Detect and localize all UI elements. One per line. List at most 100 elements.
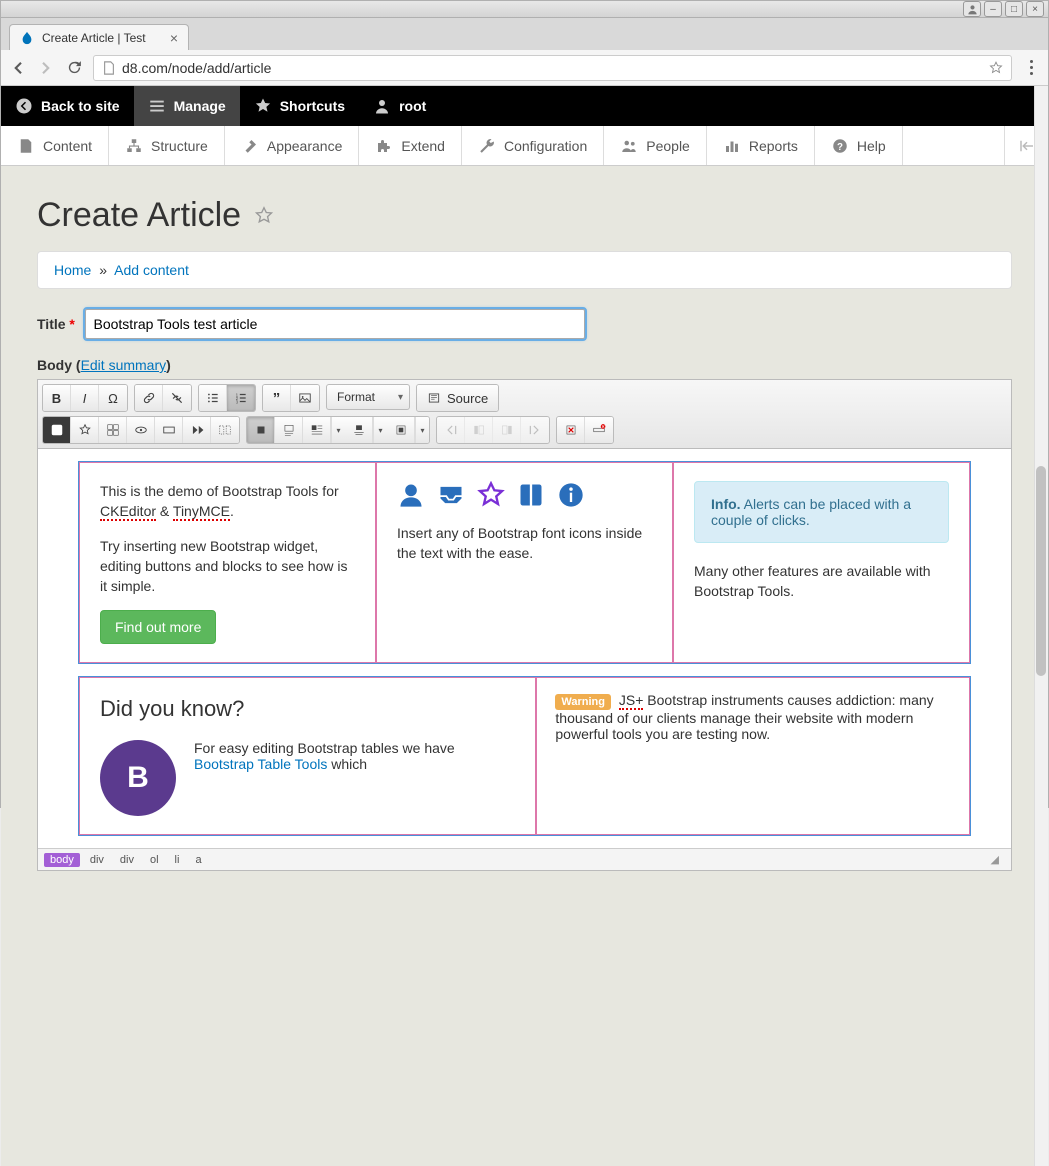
address-bar[interactable]: d8.com/node/add/article bbox=[93, 55, 1012, 81]
scrollbar-track[interactable] bbox=[1034, 86, 1048, 1166]
bs-img-caption-button[interactable] bbox=[275, 417, 303, 443]
bs-skip-button[interactable] bbox=[183, 417, 211, 443]
menu-content[interactable]: Content bbox=[1, 126, 109, 165]
unlink-button[interactable] bbox=[163, 385, 191, 411]
resize-handle-icon[interactable]: ◢ bbox=[985, 852, 1005, 867]
breadcrumb-home[interactable]: Home bbox=[54, 262, 91, 278]
bs-col-left-button[interactable] bbox=[465, 417, 493, 443]
document-icon bbox=[17, 137, 35, 155]
link-button[interactable] bbox=[135, 385, 163, 411]
close-tab-icon[interactable]: × bbox=[170, 30, 178, 46]
user-icon bbox=[373, 97, 391, 115]
window-minimize[interactable]: ‒ bbox=[984, 1, 1002, 17]
path-ol[interactable]: ol bbox=[144, 853, 165, 867]
reports-icon bbox=[723, 137, 741, 155]
browser-tab[interactable]: Create Article | Test × bbox=[9, 24, 189, 50]
content-row-1: This is the demo of Bootstrap Tools for … bbox=[79, 462, 970, 663]
user-menu[interactable]: root bbox=[359, 86, 440, 126]
puzzle-icon bbox=[375, 137, 393, 155]
svg-text:3: 3 bbox=[236, 399, 239, 404]
tab-strip: Create Article | Test × bbox=[1, 18, 1048, 50]
path-div1[interactable]: div bbox=[84, 853, 110, 867]
window-close[interactable]: × bbox=[1026, 1, 1044, 17]
edit-summary-link[interactable]: Edit summary bbox=[81, 357, 167, 373]
favorite-star-icon[interactable] bbox=[253, 205, 275, 227]
path-body[interactable]: body bbox=[44, 853, 80, 867]
bs-delete-col-button[interactable] bbox=[557, 417, 585, 443]
bullet-list-button[interactable] bbox=[199, 385, 227, 411]
inbox-icon bbox=[437, 481, 465, 509]
bs-float-left-button[interactable] bbox=[303, 417, 331, 443]
path-li[interactable]: li bbox=[169, 853, 186, 867]
align-dropdown[interactable]: ▾ bbox=[373, 417, 387, 443]
bs-move-right-button[interactable] bbox=[521, 417, 549, 443]
admin-sub-menu: Content Structure Appearance Extend Conf… bbox=[1, 126, 1048, 166]
path-a[interactable]: a bbox=[189, 853, 207, 867]
title-input[interactable] bbox=[85, 309, 585, 339]
bs-style-button[interactable] bbox=[387, 417, 415, 443]
dyk-heading: Did you know? bbox=[100, 696, 515, 722]
find-out-more-button[interactable]: Find out more bbox=[100, 610, 216, 644]
numbered-list-button[interactable]: 123 bbox=[227, 385, 255, 411]
hierarchy-icon bbox=[125, 137, 143, 155]
manage-menu[interactable]: Manage bbox=[134, 86, 240, 126]
bs-img-inline-button[interactable] bbox=[247, 417, 275, 443]
path-div2[interactable]: div bbox=[114, 853, 140, 867]
bs-delete-row-button[interactable] bbox=[585, 417, 613, 443]
user-solid-icon bbox=[397, 481, 425, 509]
bookmark-star-icon[interactable] bbox=[989, 61, 1003, 75]
svg-text:?: ? bbox=[837, 141, 843, 152]
bs-insert-button[interactable] bbox=[43, 417, 71, 443]
chrome-menu-icon[interactable] bbox=[1022, 60, 1040, 75]
bs-container-button[interactable] bbox=[155, 417, 183, 443]
browser-toolbar: d8.com/node/add/article bbox=[1, 50, 1048, 86]
window-maximize[interactable]: □ bbox=[1005, 1, 1023, 17]
menu-reports[interactable]: Reports bbox=[707, 126, 815, 165]
nav-forward-icon bbox=[37, 59, 55, 77]
menu-configuration[interactable]: Configuration bbox=[462, 126, 604, 165]
bs-split-button[interactable] bbox=[211, 417, 239, 443]
bs-show-button[interactable] bbox=[127, 417, 155, 443]
book-icon bbox=[517, 481, 545, 509]
shortcuts-label: Shortcuts bbox=[280, 98, 345, 114]
bs-align-button[interactable] bbox=[345, 417, 373, 443]
bs-table-tools-link[interactable]: Bootstrap Table Tools bbox=[194, 756, 327, 772]
bs-col-right-button[interactable] bbox=[493, 417, 521, 443]
content-row-2: Did you know? B For easy editing Bootstr… bbox=[79, 677, 970, 835]
breadcrumb-add-content[interactable]: Add content bbox=[114, 262, 189, 278]
people-icon bbox=[620, 137, 638, 155]
title-label: Title * bbox=[37, 316, 75, 332]
breadcrumb: Home » Add content bbox=[37, 251, 1012, 289]
blockquote-button[interactable]: ” bbox=[263, 385, 291, 411]
col-1: This is the demo of Bootstrap Tools for … bbox=[79, 462, 376, 663]
bs-grid-button[interactable] bbox=[99, 417, 127, 443]
menu-appearance[interactable]: Appearance bbox=[225, 126, 360, 165]
nav-back-icon[interactable] bbox=[9, 59, 27, 77]
format-dropdown[interactable]: Format bbox=[326, 384, 410, 410]
collapse-icon bbox=[1018, 137, 1036, 155]
manage-label: Manage bbox=[174, 98, 226, 114]
editor-content[interactable]: This is the demo of Bootstrap Tools for … bbox=[38, 449, 1011, 848]
bold-button[interactable]: B bbox=[43, 385, 71, 411]
style-dropdown[interactable]: ▾ bbox=[415, 417, 429, 443]
menu-structure[interactable]: Structure bbox=[109, 126, 225, 165]
wrench-icon bbox=[478, 137, 496, 155]
menu-extend[interactable]: Extend bbox=[359, 126, 462, 165]
body-label: Body bbox=[37, 357, 72, 373]
scrollbar-thumb[interactable] bbox=[1036, 466, 1046, 676]
source-button[interactable]: Source bbox=[417, 385, 498, 411]
bs-star-button[interactable] bbox=[71, 417, 99, 443]
editor-toolbar: B I Ω 123 bbox=[38, 380, 1011, 449]
back-to-site[interactable]: Back to site bbox=[1, 86, 134, 126]
menu-people[interactable]: People bbox=[604, 126, 707, 165]
float-dropdown[interactable]: ▾ bbox=[331, 417, 345, 443]
menu-help[interactable]: ?Help bbox=[815, 126, 903, 165]
shortcuts-menu[interactable]: Shortcuts bbox=[240, 86, 359, 126]
bs-move-left-button[interactable] bbox=[437, 417, 465, 443]
italic-button[interactable]: I bbox=[71, 385, 99, 411]
nav-reload-icon[interactable] bbox=[65, 59, 83, 77]
os-user-icon[interactable] bbox=[963, 1, 981, 17]
omega-button[interactable]: Ω bbox=[99, 385, 127, 411]
image-button[interactable] bbox=[291, 385, 319, 411]
page-icon bbox=[102, 61, 116, 75]
